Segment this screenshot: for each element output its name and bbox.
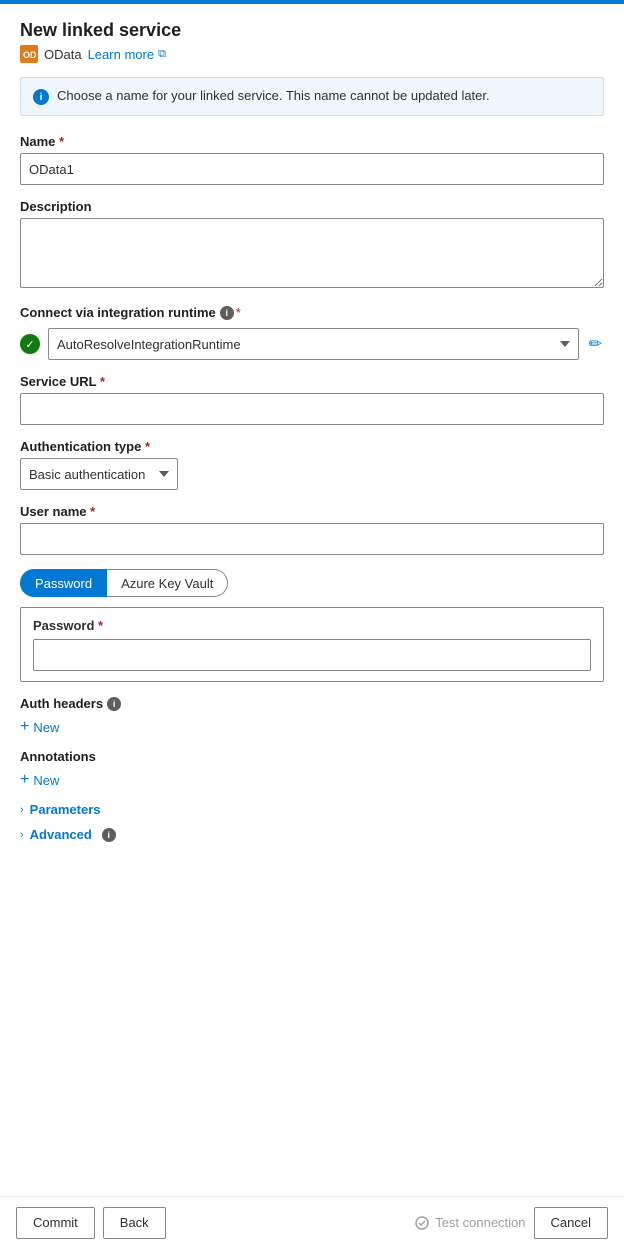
auth-required: * <box>145 439 150 454</box>
runtime-required: * <box>236 305 241 320</box>
info-message: Choose a name for your linked service. T… <box>57 88 490 103</box>
name-label: Name * <box>20 134 604 149</box>
auth-headers-new-button[interactable]: + New <box>20 719 59 735</box>
username-input[interactable] <box>20 523 604 555</box>
service-url-input[interactable] <box>20 393 604 425</box>
auth-headers-label-row: Auth headers i <box>20 696 604 711</box>
auth-headers-plus-icon: + <box>20 719 29 735</box>
password-box: Password * <box>20 607 604 682</box>
service-url-group: Service URL * <box>20 374 604 425</box>
description-label: Description <box>20 199 604 214</box>
password-box-label: Password * <box>33 618 591 633</box>
advanced-label: Advanced <box>30 827 92 842</box>
info-icon: i <box>33 89 49 105</box>
auth-type-label: Authentication type * <box>20 439 604 454</box>
username-required: * <box>90 504 95 519</box>
annotations-new-button[interactable]: + New <box>20 772 59 788</box>
runtime-status-icon: ✓ <box>20 334 40 354</box>
runtime-info-icon[interactable]: i <box>220 306 234 320</box>
username-label: User name * <box>20 504 604 519</box>
name-group: Name * <box>20 134 604 185</box>
auth-headers-group: Auth headers i + New <box>20 696 604 735</box>
annotations-label-row: Annotations <box>20 749 604 764</box>
footer-bar: Commit Back Test connection Cancel <box>0 1196 624 1248</box>
description-group: Description <box>20 199 604 291</box>
page-title: New linked service <box>20 20 604 41</box>
auth-type-select[interactable]: Basic authentication Anonymous Windows a… <box>20 458 178 490</box>
service-url-label: Service URL * <box>20 374 604 389</box>
annotations-label: Annotations <box>20 749 96 764</box>
service-type-label: OData <box>44 47 82 62</box>
username-group: User name * <box>20 504 604 555</box>
advanced-chevron-icon: › <box>20 829 24 841</box>
auth-type-group: Authentication type * Basic authenticati… <box>20 439 604 490</box>
svg-text:OD: OD <box>23 50 37 60</box>
cancel-button[interactable]: Cancel <box>534 1207 608 1239</box>
subtitle-row: OD OData Learn more ⧉ <box>20 45 604 63</box>
advanced-section: › Advanced i <box>20 827 604 842</box>
name-required: * <box>59 134 64 149</box>
auth-headers-label: Auth headers <box>20 696 103 711</box>
test-connection-button[interactable]: Test connection <box>415 1215 525 1230</box>
description-textarea[interactable] <box>20 218 604 288</box>
password-tabs: Password Azure Key Vault <box>20 569 604 597</box>
advanced-header[interactable]: › Advanced i <box>20 827 604 842</box>
url-required: * <box>100 374 105 389</box>
parameters-header[interactable]: › Parameters <box>20 802 604 817</box>
runtime-select[interactable]: AutoResolveIntegrationRuntime <box>48 328 579 360</box>
parameters-section: › Parameters <box>20 802 604 817</box>
back-button[interactable]: Back <box>103 1207 166 1239</box>
password-tab[interactable]: Password <box>20 569 107 597</box>
password-input[interactable] <box>33 639 591 671</box>
password-required: * <box>98 618 103 633</box>
external-link-icon: ⧉ <box>158 48 166 61</box>
runtime-row: ✓ AutoResolveIntegrationRuntime ✏ <box>20 328 604 360</box>
learn-more-link[interactable]: Learn more ⧉ <box>88 47 166 62</box>
runtime-edit-button[interactable]: ✏ <box>587 332 604 356</box>
azure-key-vault-tab[interactable]: Azure Key Vault <box>107 569 228 597</box>
parameters-chevron-icon: › <box>20 804 24 816</box>
parameters-label: Parameters <box>30 802 101 817</box>
runtime-label-row: Connect via integration runtime i * <box>20 305 604 320</box>
annotations-plus-icon: + <box>20 772 29 788</box>
odata-icon: OD <box>20 45 38 63</box>
info-banner: i Choose a name for your linked service.… <box>20 77 604 116</box>
name-input[interactable] <box>20 153 604 185</box>
test-connection-icon <box>415 1216 429 1230</box>
commit-button[interactable]: Commit <box>16 1207 95 1239</box>
runtime-label: Connect via integration runtime <box>20 305 216 320</box>
runtime-group: Connect via integration runtime i * ✓ Au… <box>20 305 604 360</box>
auth-headers-info-icon[interactable]: i <box>107 697 121 711</box>
advanced-info-icon[interactable]: i <box>102 828 116 842</box>
main-content: New linked service OD OData Learn more ⧉… <box>0 4 624 1196</box>
annotations-group: Annotations + New <box>20 749 604 788</box>
